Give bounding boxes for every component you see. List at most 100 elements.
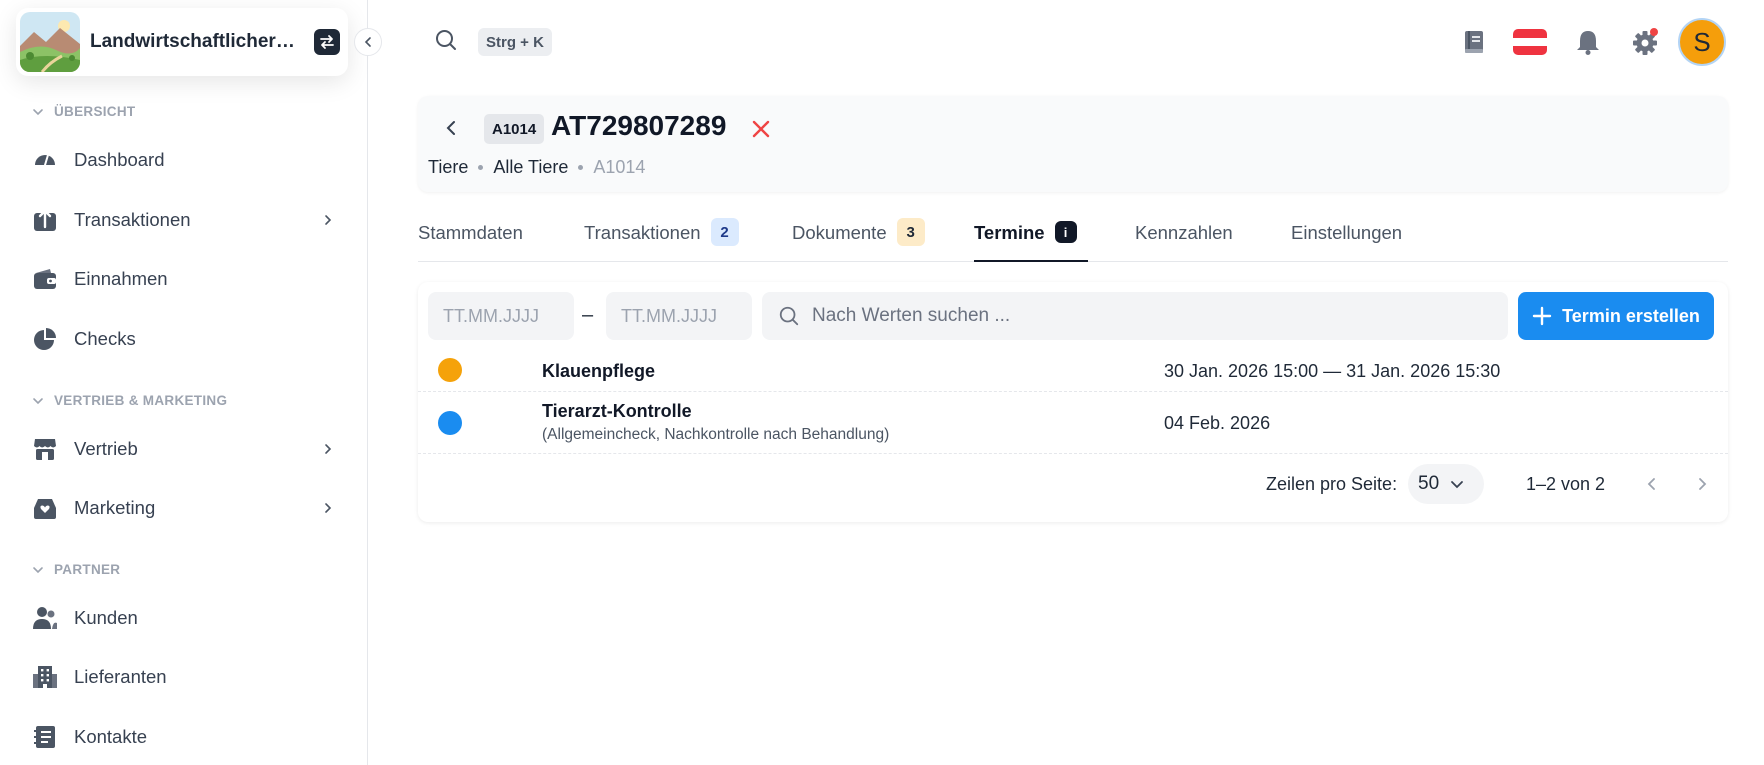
page-title: AT729807289 (551, 110, 727, 141)
rows-per-page-select[interactable]: 50 (1408, 464, 1484, 504)
tab-label: Kennzahlen (1135, 222, 1233, 243)
record-header: A1014 AT729807289 Tiere Alle Tiere A1014 (418, 96, 1728, 192)
search-icon (779, 306, 799, 326)
sidebar-item-label: Vertrieb (74, 438, 138, 459)
chevron-left-icon (364, 37, 371, 47)
store-icon (30, 434, 60, 464)
sidebar-item-label: Marketing (74, 497, 156, 518)
breadcrumb-current: A1014 (593, 157, 646, 177)
chevron-down-icon (33, 397, 43, 404)
tab-dokumente[interactable]: Dokumente 3 (792, 214, 925, 262)
wallet-icon (30, 264, 60, 294)
breadcrumb-item[interactable]: Alle Tiere (493, 157, 568, 178)
info-badge: i (1054, 221, 1077, 243)
search-input[interactable] (812, 305, 1492, 327)
event-subtitle: (Allgemeincheck, Nachkontrolle nach Beha… (542, 426, 890, 443)
inbox-heart-icon (30, 493, 60, 523)
close-icon[interactable] (748, 116, 774, 142)
book-icon[interactable] (1456, 24, 1492, 60)
tab-stammdaten[interactable]: Stammdaten (418, 214, 523, 262)
sidebar-item-label: Dashboard (74, 149, 165, 170)
sidebar-item-marketing[interactable]: Marketing (30, 488, 336, 528)
table-row[interactable]: Tierarzt-Kontrolle (Allgemeincheck, Nach… (418, 392, 1728, 454)
sidebar-item-einnahmen[interactable]: Einnahmen (30, 259, 336, 299)
search-shortcut-hint[interactable]: Strg + K (478, 28, 552, 56)
create-appointment-button[interactable]: Termin erstellen (1518, 292, 1714, 340)
building-icon (30, 662, 60, 692)
sidebar-item-transaktionen[interactable]: Transaktionen (30, 200, 336, 240)
chevron-right-icon (320, 441, 336, 457)
section-overview[interactable]: ÜBERSICHT (32, 104, 135, 119)
date-to-input[interactable] (606, 292, 752, 340)
chevron-down-icon (33, 566, 43, 573)
tab-label: Dokumente (792, 222, 887, 243)
organization-logo (20, 12, 80, 72)
count-badge: 3 (896, 218, 925, 246)
event-title: Klauenpflege (542, 361, 656, 381)
switch-organization-icon[interactable] (314, 29, 340, 55)
appointments-panel: – Termin erstellen Klauenpflege 30 Jan. … (418, 282, 1728, 522)
tab-termine[interactable]: Termine i (974, 214, 1088, 262)
event-color-dot (438, 358, 462, 382)
chevron-down-icon (33, 108, 43, 115)
sidebar-item-label: Kontakte (74, 726, 148, 747)
section-label: ÜBERSICHT (54, 104, 136, 119)
sidebar-item-kunden[interactable]: Kunden (30, 598, 336, 638)
date-range-separator: – (582, 304, 594, 326)
sidebar-item-checks[interactable]: Checks (30, 319, 336, 359)
section-label: VERTRIEB & MARKETING (54, 393, 228, 408)
organization-switcher[interactable]: Landwirtschaftlicher B... (16, 8, 348, 76)
users-icon (30, 603, 60, 633)
chevron-right-icon (320, 500, 336, 516)
chevron-right-icon (1699, 478, 1707, 490)
rows-per-page-value: 50 (1418, 473, 1440, 494)
breadcrumb-separator (578, 165, 584, 170)
next-page-button[interactable] (1690, 472, 1714, 496)
pagination: Zeilen pro Seite: 50 1–2 von 2 (418, 454, 1728, 514)
transactions-icon (30, 205, 60, 235)
chevron-right-icon (320, 212, 336, 228)
tab-einstellungen[interactable]: Einstellungen (1291, 214, 1402, 262)
sidebar-item-label: Transaktionen (74, 209, 191, 230)
section-partner[interactable]: PARTNER (32, 562, 120, 577)
tab-label: Einstellungen (1291, 222, 1403, 243)
collapse-sidebar-button[interactable] (354, 28, 382, 56)
previous-page-button[interactable] (1640, 472, 1664, 496)
event-title: Tierarzt-Kontrolle (542, 401, 692, 421)
sidebar-item-label: Kunden (74, 607, 138, 628)
tab-transaktionen[interactable]: Transaktionen 2 (584, 214, 739, 262)
address-book-icon (30, 722, 60, 752)
tab-label: Termine (974, 222, 1045, 243)
breadcrumb-item[interactable]: Tiere (428, 157, 468, 178)
sidebar: Landwirtschaftlicher B... ÜBERSICHT Dash… (0, 0, 382, 765)
event-date: 04 Feb. 2026 (1164, 413, 1271, 433)
chevron-left-icon (1647, 478, 1655, 490)
section-sales-marketing[interactable]: VERTRIEB & MARKETING (32, 393, 227, 408)
count-badge: 2 (710, 218, 739, 246)
date-from-input[interactable] (428, 292, 574, 340)
austria-flag-icon[interactable] (1512, 24, 1548, 60)
sidebar-item-dashboard[interactable]: Dashboard (30, 140, 336, 180)
table-row[interactable]: Klauenpflege 30 Jan. 2026 15:00 — 31 Jan… (418, 350, 1728, 392)
plus-icon (1532, 306, 1552, 326)
tab-kennzahlen[interactable]: Kennzahlen (1135, 214, 1233, 262)
tab-label: Stammdaten (418, 222, 523, 243)
event-color-dot (438, 411, 462, 435)
gear-icon[interactable] (1627, 24, 1663, 60)
sidebar-item-vertrieb[interactable]: Vertrieb (30, 429, 336, 469)
sidebar-item-label: Einnahmen (74, 268, 168, 289)
sidebar-item-lieferanten[interactable]: Lieferanten (30, 657, 336, 697)
sidebar-item-kontakte[interactable]: Kontakte (30, 717, 336, 757)
gauge-icon (30, 145, 60, 175)
breadcrumb-separator (478, 165, 484, 170)
pagination-range: 1–2 von 2 (1526, 474, 1606, 494)
rows-per-page-label: Zeilen pro Seite: (1266, 474, 1398, 494)
search-icon[interactable] (434, 28, 458, 52)
user-avatar[interactable]: S (1678, 18, 1726, 66)
search-field[interactable] (762, 292, 1508, 340)
section-label: PARTNER (54, 562, 121, 577)
back-button[interactable] (440, 116, 464, 140)
tab-bar: Stammdaten Transaktionen 2 Dokumente 3 T… (418, 214, 1728, 262)
chevron-left-icon (446, 121, 455, 135)
bell-icon[interactable] (1570, 24, 1606, 60)
